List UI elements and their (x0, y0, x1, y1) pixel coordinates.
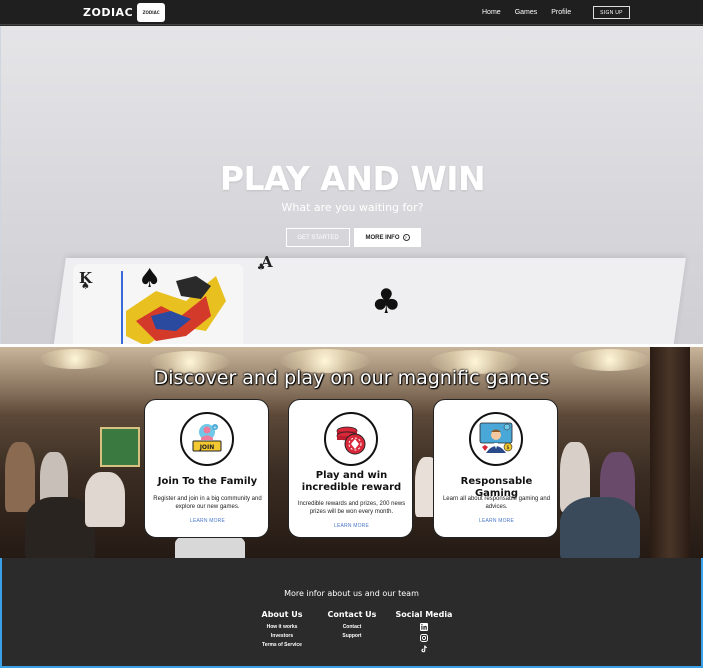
learn-more-link[interactable]: LEARN MORE (145, 518, 270, 524)
brand-logo: ZODIAC (137, 3, 166, 22)
footer-title: More infor about us and our team (284, 589, 419, 598)
more-info-button[interactable]: MORE INFO › (354, 228, 421, 247)
advisor-icon: $ (469, 412, 523, 466)
feature-card-responsible[interactable]: $ Responsable Gaming Learn all about res… (433, 399, 558, 538)
footer-link-investors[interactable]: Investors (257, 632, 307, 641)
advisor-svg: $ (479, 422, 513, 453)
feature-text: Incredible rewards and prizes, 200 news … (297, 501, 406, 515)
linkedin-icon[interactable] (420, 623, 428, 631)
svg-text:$: $ (506, 445, 509, 451)
brand-name: ZODIAC (83, 6, 134, 19)
section-title: Discover and play on our magnific games (153, 367, 550, 389)
feature-text: Learn all about responsable gaming and a… (442, 496, 551, 510)
footer-link-how-it-works[interactable]: How it works (257, 623, 307, 632)
casino-chips-svg (336, 426, 366, 455)
arrow-circle-icon: › (402, 234, 410, 241)
svg-text:JOIN: JOIN (199, 444, 215, 451)
nav-links: Home Games Profile (482, 0, 571, 25)
footer-link-contact[interactable]: Contact (327, 623, 377, 632)
hero-title: PLAY AND WIN (219, 159, 486, 198)
page: ZODIAC ZODIAC Home Games Profile SIGN UP… (0, 0, 703, 668)
instagram-icon[interactable] (420, 634, 428, 642)
feature-title: Play and win incredible reward (301, 470, 402, 493)
svg-text:+: + (213, 425, 217, 431)
hero: K ♠ ♠ A ♣ ♣ ♣ PLAY AND WIN What are you … (0, 26, 703, 344)
learn-more-link[interactable]: LEARN MORE (434, 518, 559, 524)
about-heading: About Us (261, 610, 303, 619)
spade-icon: ♠ (138, 264, 162, 294)
learn-more-link[interactable]: LEARN MORE (289, 523, 414, 529)
navbar: ZODIAC ZODIAC Home Games Profile SIGN UP (0, 0, 703, 25)
footer-link-support[interactable]: Support (327, 632, 377, 641)
get-started-button[interactable]: GET STARTED (286, 228, 350, 247)
nav-games[interactable]: Games (515, 9, 538, 16)
join-icon: JOIN + (180, 412, 234, 466)
casino-chips-icon (324, 412, 378, 466)
club-icon: ♣ (371, 282, 402, 322)
crowd-person (85, 472, 125, 527)
games-section: Discover and play on our magnific games … (0, 344, 703, 558)
spade-small-icon: ♠ (81, 281, 90, 292)
feature-card-join[interactable]: JOIN + Join To the Family Register and j… (144, 399, 269, 538)
signup-button[interactable]: SIGN UP (593, 6, 630, 19)
brand[interactable]: ZODIAC ZODIAC (83, 3, 166, 22)
crowd-person (5, 442, 35, 512)
contact-heading: Contact Us (327, 610, 377, 619)
ceiling-light (40, 349, 110, 369)
feature-text: Register and join in a big community and… (153, 496, 262, 510)
join-icon-svg: JOIN + (192, 424, 222, 452)
nav-profile[interactable]: Profile (551, 9, 571, 16)
tiktok-icon[interactable] (420, 645, 428, 653)
king-card-art (121, 271, 231, 344)
footer-about-column: About Us How it works Investors Terms of… (257, 610, 307, 650)
footer-link-terms[interactable]: Terms of Service (257, 641, 307, 650)
footer-contact-column: Contact Us Contact Support (327, 610, 377, 641)
crowd-person (560, 497, 640, 558)
brand-logo-text: ZODIAC (142, 10, 160, 15)
social-heading: Social Media (395, 610, 453, 619)
footer-social-column: Social Media (395, 610, 453, 656)
footer: More infor about us and our team About U… (0, 558, 703, 668)
feature-title: Join To the Family (157, 476, 258, 487)
club-small-icon: ♣ (257, 263, 266, 273)
nav-home[interactable]: Home (482, 9, 501, 16)
feature-card-rewards[interactable]: Play and win incredible reward Incredibl… (288, 399, 413, 538)
slot-machine-screen (100, 427, 140, 467)
hero-subtitle: What are you waiting for? (281, 201, 424, 214)
more-info-label: MORE INFO (365, 234, 400, 241)
